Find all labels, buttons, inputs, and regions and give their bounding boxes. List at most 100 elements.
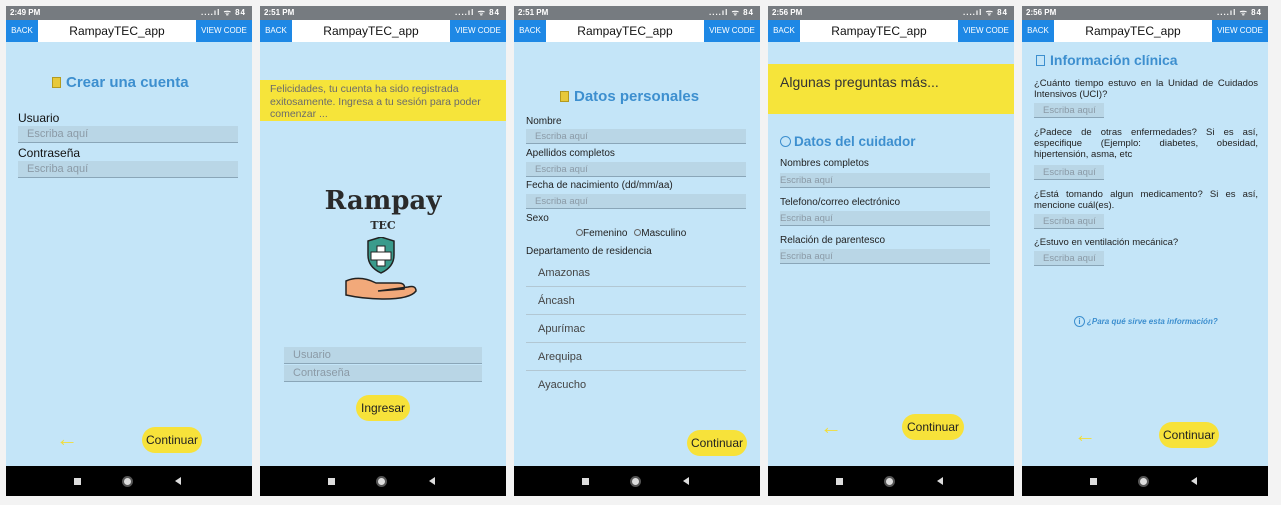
app-title: RampayTEC_app [831,24,927,38]
login-password-input[interactable]: Contraseña [284,365,482,382]
page-title-text: Información clínica [1050,52,1178,68]
password-input[interactable]: Escriba aquí [18,161,238,178]
back-nav-icon[interactable] [175,477,181,485]
page-title: Datos del cuidador [780,134,916,149]
status-time: 2:49 PM [10,8,41,17]
home-icon[interactable] [1138,476,1149,487]
enfermedades-input[interactable]: Escriba aquí [1034,165,1104,180]
sex-radio-group: Femenino Masculino [576,228,686,239]
back-nav-icon[interactable] [429,477,435,485]
hand-shield-logo-icon [345,237,417,300]
status-bar: 2:51 PM ....ıl ᯤ 84 [260,6,506,20]
page-title: Crear una cuenta [52,74,189,91]
recents-icon[interactable] [74,478,81,485]
birth-label: Fecha de nacimiento (dd/mm/aa) [526,180,673,191]
sex-label: Sexo [526,213,549,224]
back-button[interactable]: BACK [260,20,292,42]
app-title: RampayTEC_app [577,24,673,38]
back-button[interactable]: BACK [768,20,800,42]
status-icons: ....ıl ᯤ 84 [201,8,246,17]
back-arrow-icon[interactable]: ← [820,414,842,440]
user-input[interactable]: Escriba aquí [18,126,238,143]
view-code-button[interactable]: VIEW CODE [196,20,252,42]
status-bar: 2:51 PM ....ıl ᯤ 84 [514,6,760,20]
continue-button[interactable]: Continuar [687,430,747,456]
radio-femenino[interactable] [576,229,583,236]
view-code-button[interactable]: VIEW CODE [1212,20,1268,42]
recents-icon[interactable] [582,478,589,485]
radio-femenino-label[interactable]: Femenino [583,228,627,239]
back-arrow-icon[interactable]: ← [1074,422,1096,448]
caregiver-name-label: Nombres completos [780,158,869,169]
back-button[interactable]: BACK [514,20,546,42]
document-icon [560,91,569,102]
question-enfermedades: ¿Padece de otras enfermedades? Si es así… [1034,127,1258,160]
home-icon[interactable] [376,476,387,487]
page-title-text: Crear una cuenta [66,74,189,91]
radio-masculino-label[interactable]: Masculino [641,228,686,239]
back-nav-icon[interactable] [1191,477,1197,485]
department-option[interactable]: Amazonas [526,259,746,287]
screen-crear-cuenta: 2:49 PM ....ıl ᯤ 84 BACK RampayTEC_app V… [6,6,252,496]
person-circle-icon [780,136,791,147]
success-banner: Felicidades, tu cuenta ha sido registrad… [260,80,506,121]
status-time: 2:51 PM [518,8,549,17]
document-icon [52,77,61,88]
ventilacion-input[interactable]: Escriba aquí [1034,251,1104,266]
status-time: 2:56 PM [1026,8,1057,17]
app-title: RampayTEC_app [69,24,165,38]
surname-input[interactable]: Escriba aquí [526,162,746,177]
login-user-input[interactable]: Usuario [284,347,482,364]
screen-informacion-clinica: 2:56 PM ....ıl ᯤ 84 BACK RampayTEC_app V… [1022,6,1268,496]
birth-input[interactable]: Escriba aquí [526,194,746,209]
logo-sub: TEC [370,219,396,232]
app-bar: BACK RampayTEC_app VIEW CODE [6,20,252,42]
back-button[interactable]: BACK [6,20,38,42]
back-nav-icon[interactable] [937,477,943,485]
recents-icon[interactable] [1090,478,1097,485]
logo-text: Rampay [324,186,442,216]
view-code-button[interactable]: VIEW CODE [704,20,760,42]
surname-label: Apellidos completos [526,148,615,159]
home-icon[interactable] [630,476,641,487]
back-button[interactable]: BACK [1022,20,1054,42]
page-title: Datos personales [560,88,699,105]
department-label: Departamento de residencia [526,246,652,257]
app-bar: BACK RampayTEC_app VIEW CODE [768,20,1014,42]
status-icons: ....ıl ᯤ 84 [455,8,500,17]
continue-button[interactable]: Continuar [1159,422,1219,448]
view-code-button[interactable]: VIEW CODE [450,20,506,42]
question-uci: ¿Cuánto tiempo estuvo en la Unidad de Cu… [1034,78,1258,100]
view-code-button[interactable]: VIEW CODE [958,20,1014,42]
continue-button[interactable]: Continuar [142,427,202,453]
relation-input[interactable]: Escriba aquí [780,249,990,264]
recents-icon[interactable] [328,478,335,485]
info-link[interactable]: i ¿Para qué sirve esta información? [1074,316,1218,327]
app-bar: BACK RampayTEC_app VIEW CODE [260,20,506,42]
contact-input[interactable]: Escriba aquí [780,211,990,226]
recents-icon[interactable] [836,478,843,485]
back-arrow-icon[interactable]: ← [56,426,78,452]
uci-input[interactable]: Escriba aquí [1034,103,1104,118]
home-icon[interactable] [884,476,895,487]
question-medicamento: ¿Está tomando algun medicamento? Si es a… [1034,189,1258,211]
name-input[interactable]: Escriba aquí [526,129,746,144]
app-title: RampayTEC_app [323,24,419,38]
info-link-text[interactable]: ¿Para qué sirve esta información? [1087,317,1218,326]
home-icon[interactable] [122,476,133,487]
department-option[interactable]: Arequipa [526,343,746,371]
status-bar: 2:56 PM ....ıl ᯤ 84 [1022,6,1268,20]
android-nav-bar [768,466,1014,496]
android-nav-bar [1022,466,1268,496]
medicamento-input[interactable]: Escriba aquí [1034,214,1104,229]
department-option[interactable]: Ayacucho [526,371,746,399]
department-option[interactable]: Áncash [526,287,746,315]
back-nav-icon[interactable] [683,477,689,485]
login-button[interactable]: Ingresar [356,395,410,421]
android-nav-bar [260,466,506,496]
department-option[interactable]: Apurímac [526,315,746,343]
app-title: RampayTEC_app [1085,24,1181,38]
continue-button[interactable]: Continuar [902,414,964,440]
questions-banner: Algunas preguntas más... [768,64,1014,114]
caregiver-name-input[interactable]: Escriba aquí [780,173,990,188]
